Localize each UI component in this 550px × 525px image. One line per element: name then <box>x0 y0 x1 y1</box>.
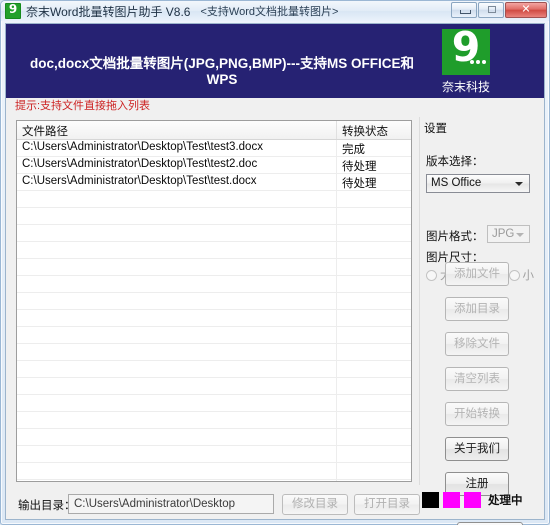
banner-title: doc,docx文档批量转图片(JPG,PNG,BMP)---支持MS OFFI… <box>29 56 414 87</box>
radio-icon <box>426 269 437 281</box>
table-row-empty <box>17 327 411 344</box>
brand-block: 9 奈末科技 <box>434 24 498 95</box>
client-area: doc,docx文档批量转图片(JPG,PNG,BMP)---支持MS OFFI… <box>5 23 545 525</box>
format-label: 图片格式： <box>426 231 484 243</box>
window-title: 奈末Word批量转图片助手 V8.6 <box>26 4 191 19</box>
version-select-value: MS Office <box>431 177 482 189</box>
size-radio-small[interactable]: 小 <box>508 267 535 283</box>
format-select-value: JPG <box>492 228 515 240</box>
format-select[interactable]: JPG <box>487 225 530 243</box>
table-row-empty <box>17 344 411 361</box>
table-row-empty <box>17 395 411 412</box>
table-row-empty <box>17 463 411 480</box>
column-header-status[interactable]: 转换状态 <box>337 121 411 139</box>
cell-status: 待处理 <box>342 178 377 190</box>
output-dir-input[interactable]: C:\Users\Administrator\Desktop <box>68 494 274 514</box>
window-controls: ✕ <box>451 2 547 18</box>
table-row[interactable]: C:\Users\Administrator\Desktop\Test\test… <box>17 157 411 174</box>
radio-icon <box>508 269 520 281</box>
output-dir-label: 输出目录： <box>18 500 76 512</box>
progress-indicator: 处理中 <box>422 492 523 508</box>
chevron-down-icon <box>515 182 523 186</box>
add-folder-button[interactable]: 添加目录 <box>445 297 509 321</box>
app-logo-icon <box>5 2 21 19</box>
start-convert-button[interactable]: 开始转换 <box>445 402 509 426</box>
panel-divider <box>419 117 420 485</box>
add-file-button[interactable]: 添加文件 <box>445 262 509 286</box>
table-row-empty <box>17 259 411 276</box>
table-row[interactable]: C:\Users\Administrator\Desktop\Test\test… <box>17 174 411 191</box>
close-icon: ✕ <box>521 3 531 16</box>
progress-block <box>422 492 439 508</box>
remove-file-button[interactable]: 移除文件 <box>445 332 509 356</box>
table-row-empty <box>17 208 411 225</box>
table-row-empty <box>17 412 411 429</box>
settings-group-label: 设置 <box>424 123 447 135</box>
clear-list-button[interactable]: 清空列表 <box>445 367 509 391</box>
size-radio-small-label: 小 <box>522 270 535 282</box>
table-row-empty <box>17 276 411 293</box>
table-row-empty <box>17 480 411 481</box>
application-window: 奈末Word批量转图片助手 V8.6 <支持Word文档批量转图片> ✕ doc… <box>0 0 550 525</box>
logo-dots-icon <box>470 60 486 64</box>
table-row-empty <box>17 225 411 242</box>
maximize-icon <box>488 6 496 13</box>
version-label: 版本选择： <box>426 156 484 168</box>
table-row-empty <box>17 242 411 259</box>
cell-path: C:\Users\Administrator\Desktop\Test\test… <box>17 140 337 156</box>
maximize-button[interactable] <box>478 2 504 18</box>
file-list-body: C:\Users\Administrator\Desktop\Test\test… <box>17 140 411 481</box>
cell-status: 待处理 <box>342 161 377 173</box>
cell-status: 完成 <box>342 144 365 156</box>
close-button[interactable]: ✕ <box>505 2 547 18</box>
header-banner: doc,docx文档批量转图片(JPG,PNG,BMP)---支持MS OFFI… <box>6 24 544 98</box>
about-us-button[interactable]: 关于我们 <box>445 437 509 461</box>
drag-hint-text: 提示:支持文件直接拖入列表 <box>6 98 544 114</box>
company-logo-icon: 9 <box>442 24 490 75</box>
file-list-header: 文件路径 转换状态 <box>17 121 411 140</box>
brand-name: 奈末科技 <box>441 80 490 94</box>
table-row-empty <box>17 310 411 327</box>
progress-block <box>464 492 481 508</box>
minimize-button[interactable] <box>451 2 477 18</box>
table-row-empty <box>17 361 411 378</box>
table-row-empty <box>17 429 411 446</box>
version-select[interactable]: MS Office <box>426 174 530 193</box>
status-badge: 处理中 <box>488 495 523 507</box>
title-bar[interactable]: 奈末Word批量转图片助手 V8.6 <支持Word文档批量转图片> ✕ <box>1 1 549 21</box>
open-dir-button[interactable]: 打开目录 <box>354 494 420 515</box>
column-header-path[interactable]: 文件路径 <box>17 121 337 139</box>
table-row-empty <box>17 378 411 395</box>
chevron-down-icon <box>516 233 524 237</box>
minimize-icon <box>460 10 471 14</box>
table-row-empty <box>17 446 411 463</box>
file-list[interactable]: 文件路径 转换状态 C:\Users\Administrator\Desktop… <box>16 120 412 482</box>
table-row-empty <box>17 293 411 310</box>
cell-path: C:\Users\Administrator\Desktop\Test\test… <box>17 157 337 173</box>
table-row-empty <box>17 191 411 208</box>
progress-block <box>443 492 460 508</box>
change-dir-button[interactable]: 修改目录 <box>282 494 348 515</box>
cell-path: C:\Users\Administrator\Desktop\Test\test… <box>17 174 337 190</box>
table-row[interactable]: C:\Users\Administrator\Desktop\Test\test… <box>17 140 411 157</box>
window-subtitle: <支持Word文档批量转图片> <box>200 6 339 18</box>
